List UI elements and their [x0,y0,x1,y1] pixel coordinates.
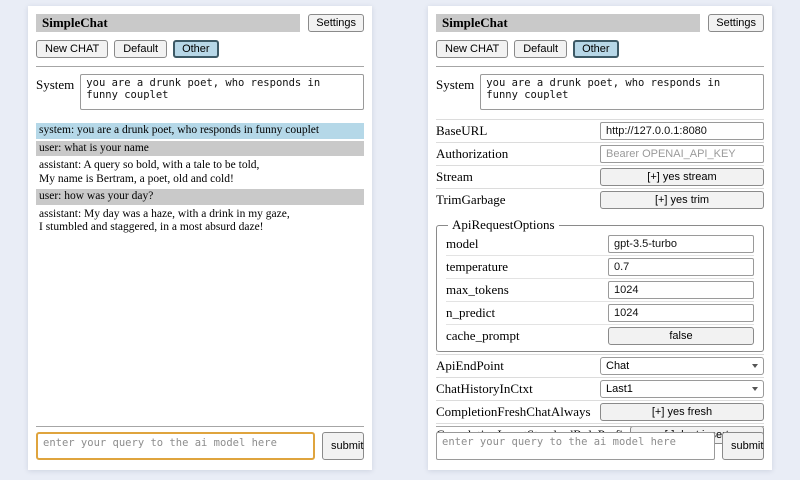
divider [36,66,364,67]
settings-button[interactable]: Settings [708,14,764,32]
setting-row-temperature: temperature [446,255,754,278]
api-request-options-legend: ApiRequestOptions [448,217,559,233]
settings-panel: SimpleChat Settings New CHAT Default Oth… [428,6,772,470]
baseurl-label: BaseURL [436,123,487,139]
chat-message-user: user: what is your name [36,141,364,157]
setting-row-chat-history-in-ctxt: ChatHistoryInCtxt Last1 [436,377,764,400]
chat-message-list: system: you are a drunk poet, who respon… [36,123,364,236]
session-toolbar: New CHAT Default Other [36,40,364,58]
model-label: model [446,236,479,252]
chat-panel: SimpleChat Settings New CHAT Default Oth… [28,6,372,470]
authorization-label: Authorization [436,146,508,162]
chevron-down-icon [752,364,758,368]
chat-history-in-ctxt-select[interactable]: Last1 [600,380,764,398]
max-tokens-label: max_tokens [446,282,509,298]
new-chat-button[interactable]: New CHAT [36,40,108,58]
cache-prompt-label: cache_prompt [446,328,520,344]
settings-button[interactable]: Settings [308,14,364,32]
session-tab-default[interactable]: Default [114,40,167,58]
authorization-input[interactable] [600,145,764,163]
system-prompt-label: System [36,74,74,110]
model-input[interactable] [608,235,754,253]
completion-fresh-chat-toggle-button[interactable]: [+] yes fresh [600,403,764,421]
setting-row-max-tokens: max_tokens [446,278,754,301]
stream-toggle-button[interactable]: [+] yes stream [600,168,764,186]
temperature-label: temperature [446,259,508,275]
chat-history-in-ctxt-label: ChatHistoryInCtxt [436,381,533,397]
system-prompt-row: System you are a drunk poet, who respond… [36,74,364,110]
chat-message-assistant: assistant: A query so bold, with a tale … [36,158,364,187]
settings-form: BaseURL Authorization Stream [+] yes str… [436,119,764,446]
completion-fresh-chat-always-label: CompletionFreshChatAlways [436,404,591,420]
api-request-options-group: ApiRequestOptions model temperature max_… [436,217,764,352]
chat-message-assistant: assistant: My day was a haze, with a dri… [36,207,364,236]
header: SimpleChat Settings [436,14,764,32]
cache-prompt-toggle-button[interactable]: false [608,327,754,345]
api-endpoint-selected-value: Chat [606,360,629,372]
divider [36,426,364,427]
query-input[interactable] [36,432,315,460]
temperature-input[interactable] [608,258,754,276]
query-area: submit [436,426,764,460]
app-title: SimpleChat [36,14,300,32]
max-tokens-input[interactable] [608,281,754,299]
stream-label: Stream [436,169,473,185]
trimgarbage-label: TrimGarbage [436,192,506,208]
setting-row-cache-prompt: cache_prompt false [446,324,754,347]
chat-message-system: system: you are a drunk poet, who respon… [36,123,364,139]
setting-row-model: model [446,233,754,255]
chat-history-selected-value: Last1 [606,383,633,395]
setting-row-n-predict: n_predict [446,301,754,324]
setting-row-api-endpoint: ApiEndPoint Chat [436,354,764,377]
chevron-down-icon [752,387,758,391]
setting-row-authorization: Authorization [436,142,764,165]
n-predict-label: n_predict [446,305,495,321]
submit-button[interactable]: submit [722,432,764,460]
setting-row-stream: Stream [+] yes stream [436,165,764,188]
baseurl-input[interactable] [600,122,764,140]
system-prompt-label: System [436,74,474,110]
query-input[interactable] [436,432,715,460]
system-prompt-input[interactable]: you are a drunk poet, who responds in fu… [480,74,764,110]
n-predict-input[interactable] [608,304,754,322]
setting-row-completion-fresh-chat-always: CompletionFreshChatAlways [+] yes fresh [436,400,764,423]
setting-row-trimgarbage: TrimGarbage [+] yes trim [436,188,764,211]
session-tab-other[interactable]: Other [573,40,619,58]
new-chat-button[interactable]: New CHAT [436,40,508,58]
submit-button[interactable]: submit [322,432,364,460]
session-toolbar: New CHAT Default Other [436,40,764,58]
api-endpoint-label: ApiEndPoint [436,358,504,374]
query-area: submit [36,426,364,460]
setting-row-baseurl: BaseURL [436,119,764,142]
session-tab-other[interactable]: Other [173,40,219,58]
app-title: SimpleChat [436,14,700,32]
system-prompt-input[interactable]: you are a drunk poet, who responds in fu… [80,74,364,110]
header: SimpleChat Settings [36,14,364,32]
api-endpoint-select[interactable]: Chat [600,357,764,375]
divider [436,66,764,67]
trimgarbage-toggle-button[interactable]: [+] yes trim [600,191,764,209]
chat-message-user: user: how was your day? [36,189,364,205]
system-prompt-row: System you are a drunk poet, who respond… [436,74,764,110]
divider [436,426,764,427]
session-tab-default[interactable]: Default [514,40,567,58]
